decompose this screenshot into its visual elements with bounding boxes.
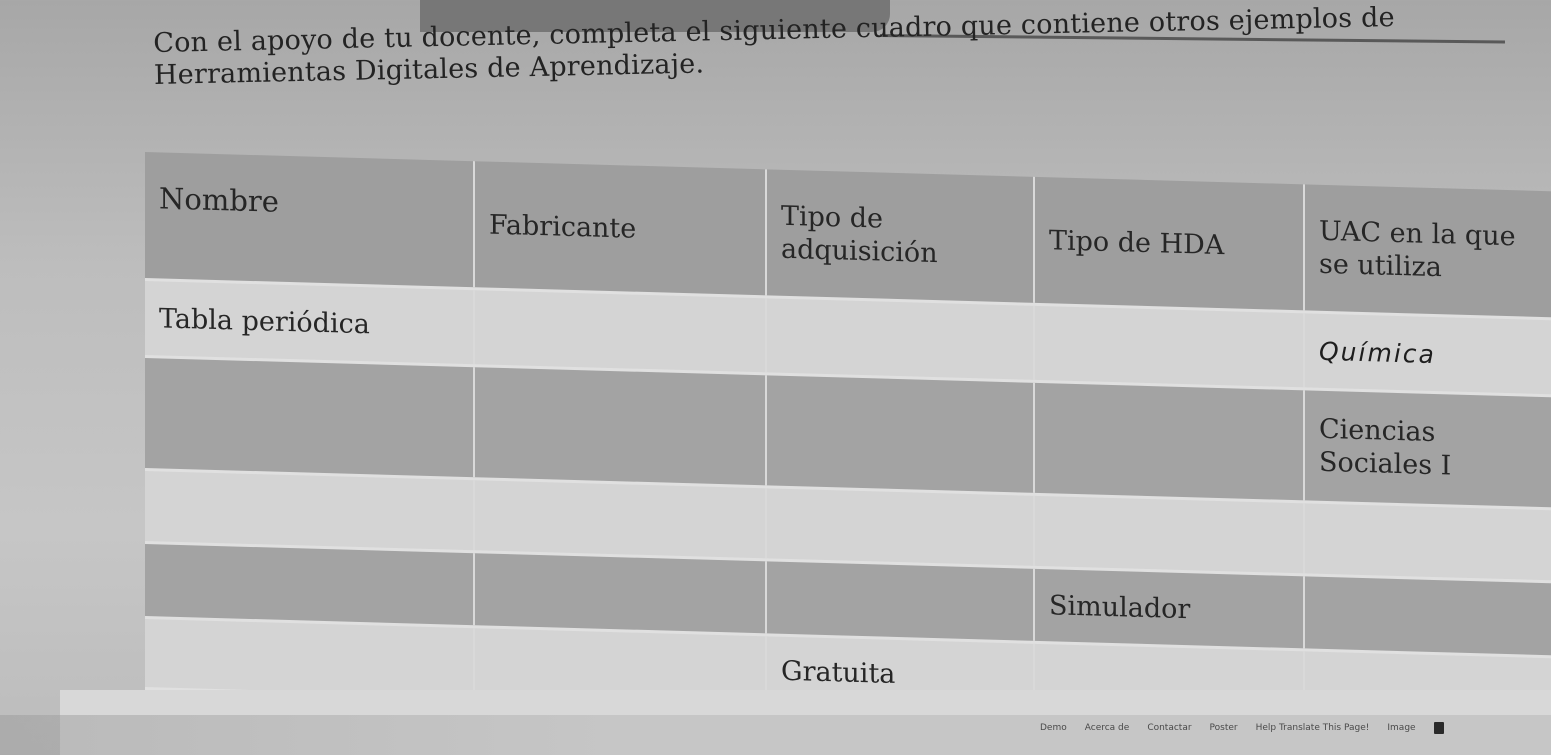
footer-link-contact[interactable]: Contactar [1147, 723, 1191, 733]
table-cell[interactable] [1034, 304, 1304, 389]
header-fabricante: Fabricante [474, 161, 766, 297]
header-uac: UAC en la que se utiliza [1304, 184, 1551, 320]
handwritten-cell[interactable]: Química [1304, 311, 1551, 397]
table-cell[interactable] [766, 373, 1034, 495]
table-cell[interactable] [766, 559, 1034, 643]
table-cell[interactable] [1034, 381, 1304, 502]
instructions-text: Con el apoyo de tu docente, completa el … [153, 1, 1396, 91]
table-cell[interactable] [474, 478, 766, 560]
table-cell[interactable] [766, 296, 1034, 382]
table-cell[interactable] [474, 365, 766, 487]
table-cell[interactable]: Ciencias Sociales I [1304, 388, 1551, 510]
table-cell[interactable]: Simulador [1034, 567, 1304, 650]
header-tipo-hda: Tipo de HDA [1034, 176, 1304, 312]
footer-link-poster[interactable]: Poster [1210, 723, 1238, 733]
table-cell[interactable] [1304, 501, 1551, 583]
footer-link-translate[interactable]: Help Translate This Page! [1256, 723, 1370, 733]
table-cell[interactable] [766, 486, 1034, 568]
worksheet-page: Con el apoyo de tu docente, completa el … [0, 0, 1551, 755]
footer-link-image[interactable]: Image [1387, 723, 1415, 733]
document-icon[interactable] [1433, 722, 1444, 734]
table-cell[interactable] [145, 617, 474, 698]
footer-link-demo[interactable]: Demo [1040, 723, 1067, 733]
header-tipo-adquisicion: Tipo de adquisición [766, 169, 1034, 305]
table-cell[interactable] [1034, 494, 1304, 575]
footer-links: Demo Acerca de Contactar Poster Help Tra… [1040, 722, 1444, 734]
header-nombre: Nombre [145, 152, 474, 289]
footer-link-about[interactable]: Acerca de [1085, 723, 1130, 733]
hda-table-container: Nombre Fabricante Tipo de adquisición Ti… [145, 152, 1551, 729]
hda-table: Nombre Fabricante Tipo de adquisición Ti… [145, 152, 1551, 730]
table-cell[interactable] [474, 288, 766, 374]
table-cell[interactable] [145, 542, 474, 627]
table-cell[interactable]: Tabla periódica [145, 279, 474, 366]
table-cell[interactable] [145, 356, 474, 479]
lower-shadow [0, 715, 1551, 755]
table-cell[interactable] [145, 469, 474, 552]
table-cell[interactable] [474, 551, 766, 635]
table-cell[interactable] [1304, 574, 1551, 658]
